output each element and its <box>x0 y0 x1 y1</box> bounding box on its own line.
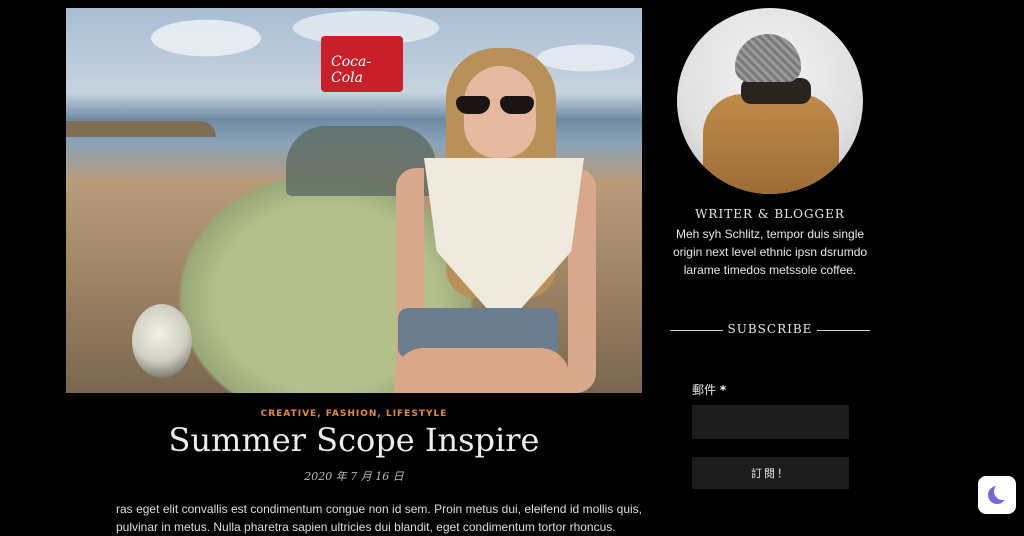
sunglasses <box>456 96 542 114</box>
post-excerpt: ras eget elit convallis est condimentum … <box>116 502 642 534</box>
category-link[interactable]: CREATIVE <box>261 409 318 419</box>
category-link[interactable]: FASHION <box>326 409 378 419</box>
subscribe-divider-right <box>817 330 870 331</box>
moon-icon <box>988 483 1011 504</box>
category-link[interactable]: LIFESTYLE <box>386 409 447 419</box>
post-title[interactable]: Summer Scope Inspire <box>66 421 642 459</box>
bio-text: Meh syh Schlitz, tempor duis single orig… <box>672 227 868 277</box>
red-cooler: Coca-Cola <box>321 36 403 92</box>
email-label-text: 郵件 <box>692 383 717 397</box>
author-avatar <box>677 8 863 194</box>
dark-mode-toggle[interactable] <box>978 476 1016 514</box>
email-field[interactable] <box>692 405 849 439</box>
post-featured-image[interactable]: Coca-Cola <box>66 8 642 393</box>
cooler-brand: Coca-Cola <box>331 54 372 86</box>
required-mark: * <box>719 383 727 397</box>
subscribe-heading: SUBSCRIBE <box>727 322 813 336</box>
subscribe-button[interactable]: 訂閱！ <box>692 457 849 489</box>
post-date[interactable]: 2020 年 7 月 16 日 <box>66 468 642 484</box>
car-headlight <box>132 304 192 378</box>
model-legs <box>394 348 570 393</box>
bio-heading: WRITER & BLOGGER <box>695 207 845 221</box>
post-categories: CREATIVE, FASHION, LIFESTYLE <box>260 409 448 419</box>
avatar-jacket <box>703 94 839 194</box>
email-label: 郵件 * <box>692 381 726 398</box>
avatar-beanie <box>735 34 801 82</box>
